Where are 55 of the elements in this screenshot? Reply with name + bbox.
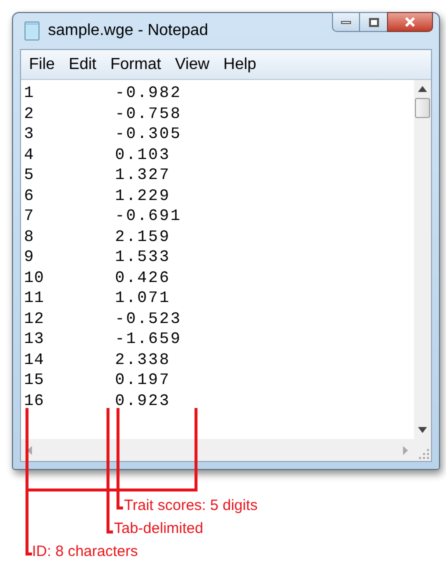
menu-item[interactable]: View [169, 52, 216, 76]
menu-item[interactable]: Help [217, 52, 262, 76]
menu-item[interactable]: Edit [62, 52, 102, 76]
line-id: 15 [24, 370, 46, 390]
line-value: 1.229 [115, 186, 171, 206]
line-id: 12 [24, 308, 46, 329]
line-id: 8 [24, 226, 36, 247]
horizontal-scrollbar[interactable] [21, 439, 414, 461]
line-value: -0.758 [115, 104, 182, 124]
line-id: 10 [24, 268, 46, 288]
line-id: 7 [24, 206, 36, 226]
line-id: 16 [24, 390, 46, 411]
line-value: 0.923 [115, 390, 171, 411]
vertical-scrollbar[interactable] [414, 80, 431, 439]
minimize-button[interactable] [332, 12, 360, 32]
maximize-button[interactable] [360, 12, 387, 32]
line-id: 6 [24, 186, 36, 206]
scroll-right-icon [403, 446, 408, 454]
line-value: 1.071 [115, 288, 171, 308]
text-area[interactable]: 1 -0.982 2 -0.758 3 -0.305 4 0.103 5 1.327 6 1.229 7 -0.691 8 2.159 9 1.533 10 0.426 11 1.071 12 -0.523 13 -1.659 14 2.338 15 0.197 16 0.923 [21, 80, 414, 439]
line-value: 0.197 [115, 370, 171, 390]
notepad-icon [24, 21, 40, 41]
line-value: 1.327 [115, 165, 171, 186]
line-id: 3 [24, 124, 36, 144]
line-value: -0.523 [115, 308, 182, 329]
scroll-left-icon [27, 446, 32, 454]
line-id: 2 [24, 104, 36, 124]
line-id: 9 [24, 247, 36, 268]
line-value: -0.691 [115, 206, 182, 226]
line-id: 1 [24, 83, 36, 104]
line-value: -1.659 [115, 329, 182, 350]
scroll-down-icon [418, 427, 427, 433]
menu-item[interactable]: Format [104, 52, 168, 76]
scroll-thumb[interactable] [415, 98, 430, 118]
scroll-up-icon [418, 86, 427, 92]
resize-grip-icon [419, 449, 429, 459]
annotation-label: Trait scores: 5 digits [124, 497, 259, 515]
line-id: 5 [24, 165, 36, 186]
line-id: 11 [24, 288, 46, 308]
line-value: 0.426 [115, 268, 171, 288]
line-value: 0.103 [115, 144, 171, 165]
menu-item[interactable]: File [23, 52, 61, 76]
close-button[interactable] [387, 12, 433, 32]
close-icon [404, 17, 416, 27]
line-id: 4 [24, 144, 36, 165]
annotation-label: Tab-delimited [114, 520, 204, 538]
line-value: 1.533 [115, 247, 171, 268]
line-value: 2.159 [115, 226, 171, 247]
window-title: sample.wge - Notepad [48, 21, 208, 41]
annotation-label: ID: 8 characters [32, 543, 139, 561]
line-value: -0.305 [115, 124, 182, 144]
line-value: 2.338 [115, 350, 171, 370]
line-value: -0.982 [115, 83, 182, 104]
line-id: 14 [24, 350, 46, 370]
line-id: 13 [24, 329, 46, 350]
